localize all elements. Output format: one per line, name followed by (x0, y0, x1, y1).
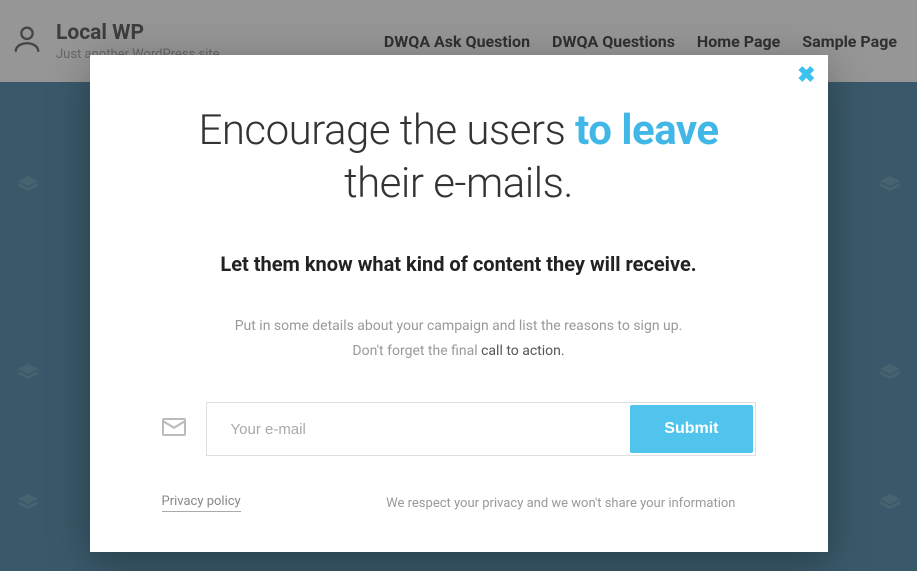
headline-pre: Encourage the users (198, 106, 575, 155)
modal-headline: Encourage the users to leave their e-mai… (162, 105, 756, 210)
headline-highlight: to leave (575, 106, 718, 155)
email-signup-modal: ✖ Encourage the users to leave their e-m… (90, 55, 828, 552)
privacy-note: We respect your privacy and we won't sha… (386, 496, 735, 511)
modal-description: Put in some details about your campaign … (162, 314, 756, 364)
close-button[interactable]: ✖ (797, 65, 815, 87)
headline-post: their e-mails. (344, 159, 573, 208)
privacy-policy-link[interactable]: Privacy policy (162, 494, 241, 512)
desc-line1: Put in some details about your campaign … (162, 314, 756, 339)
modal-overlay[interactable]: ✖ Encourage the users to leave their e-m… (0, 0, 917, 571)
modal-subheading: Let them know what kind of content they … (162, 252, 756, 276)
email-input[interactable] (207, 403, 629, 455)
signup-form: Submit (162, 402, 756, 456)
close-icon: ✖ (797, 63, 815, 88)
mail-icon (162, 418, 186, 440)
modal-footer: Privacy policy We respect your privacy a… (162, 494, 756, 512)
desc-line2: Don't forget the final call to action. (162, 339, 756, 364)
cta-text: call to action. (481, 343, 564, 359)
email-input-wrap: Submit (206, 402, 756, 456)
submit-button[interactable]: Submit (630, 405, 752, 453)
